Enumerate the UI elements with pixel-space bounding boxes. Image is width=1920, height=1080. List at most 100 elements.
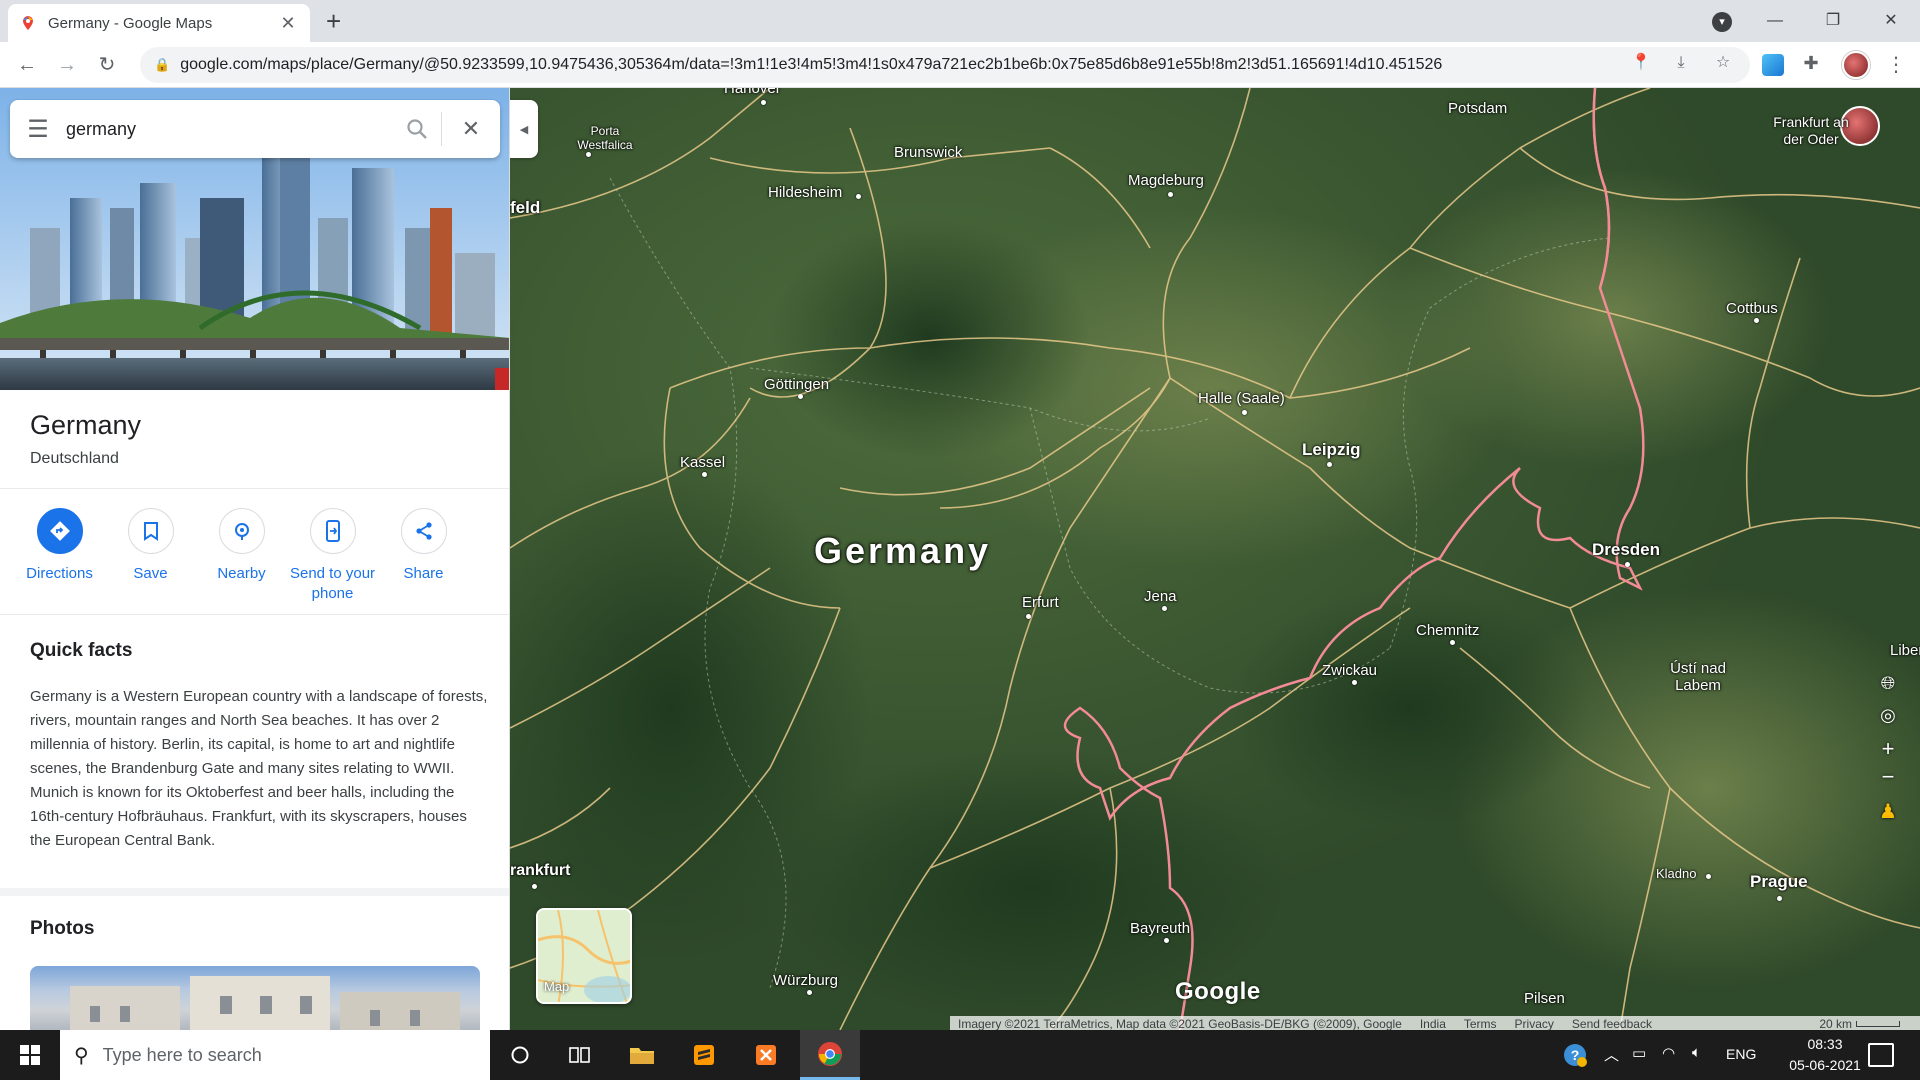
share-button[interactable]: Share — [378, 508, 469, 604]
maps-pin-icon — [23, 16, 33, 30]
city-label[interactable]: Potsdam — [1448, 100, 1507, 117]
help-icon[interactable]: ? — [1562, 1042, 1588, 1072]
new-tab-icon[interactable]: + — [326, 8, 341, 34]
file-explorer-icon[interactable] — [612, 1030, 672, 1080]
collapse-panel-icon[interactable]: ◀ — [510, 100, 538, 158]
terms-link[interactable]: Terms — [1464, 1017, 1497, 1030]
tab-search-icon[interactable]: ▾ — [1712, 12, 1732, 32]
send-to-phone-button[interactable]: Send to your phone — [287, 508, 378, 604]
city-dot — [532, 884, 537, 889]
wifi-icon[interactable]: ◠ — [1662, 1044, 1675, 1062]
profile-avatar[interactable] — [1842, 51, 1870, 79]
window-close-icon[interactable]: ✕ — [1868, 6, 1914, 36]
tray-expand-icon[interactable]: ︿ — [1604, 1044, 1619, 1065]
language-indicator[interactable]: ENG — [1726, 1046, 1756, 1062]
save-button[interactable]: Save — [105, 508, 196, 604]
city-label[interactable]: Hanover — [724, 88, 781, 97]
extension-icon[interactable] — [1762, 54, 1784, 76]
city-label[interactable]: Zwickau — [1322, 662, 1377, 679]
taskbar-search-box[interactable]: ⚲ Type here to search — [60, 1030, 490, 1080]
city-label[interactable]: Jena — [1144, 588, 1177, 605]
notifications-icon[interactable] — [1868, 1043, 1894, 1067]
search-icon[interactable] — [393, 105, 441, 153]
windows-start-icon[interactable] — [0, 1030, 60, 1080]
bookmark-star-icon[interactable]: ☆ — [1712, 52, 1734, 74]
globe-icon[interactable]: 🌐︎ — [1871, 666, 1905, 700]
chrome-taskbar-icon[interactable] — [800, 1030, 860, 1080]
city-dot — [798, 394, 803, 399]
lock-icon[interactable]: 🔒 — [154, 57, 170, 73]
tab-close-icon[interactable]: ✕ — [278, 13, 298, 34]
map-layer-toggle[interactable]: Map — [536, 908, 632, 1004]
city-label[interactable]: Dresden — [1592, 540, 1660, 560]
city-dot — [1352, 680, 1357, 685]
privacy-link[interactable]: Privacy — [1515, 1017, 1554, 1030]
restore-icon[interactable]: ❐ — [1810, 6, 1856, 36]
battery-icon[interactable]: ▭ — [1632, 1044, 1646, 1062]
city-label[interactable]: Frankfurt an der Oder — [1766, 114, 1856, 148]
place-side-panel: ☰ ✕ Germany Deutschland Directions Save … — [0, 88, 510, 1030]
my-location-icon[interactable]: ◎ — [1871, 698, 1905, 732]
city-label[interactable]: Leipzig — [1302, 440, 1361, 460]
send-feedback-link[interactable]: Send feedback — [1572, 1017, 1652, 1030]
city-label[interactable]: Hildesheim — [768, 184, 842, 201]
back-icon[interactable]: ← — [14, 52, 40, 78]
city-label[interactable]: Brunswick — [894, 144, 962, 161]
city-label[interactable]: Halle (Saale) — [1198, 390, 1285, 407]
city-label[interactable]: Göttingen — [764, 376, 829, 393]
city-label[interactable]: Prague — [1750, 872, 1808, 892]
extensions-puzzle-icon[interactable]: ✚ — [1800, 52, 1822, 74]
close-icon[interactable]: ✕ — [442, 105, 500, 153]
browser-menu-icon[interactable]: ⋮ — [1886, 52, 1906, 78]
minimize-icon[interactable]: — — [1752, 6, 1798, 36]
city-label[interactable]: Pilsen — [1524, 990, 1565, 1007]
zoom-out-icon[interactable]: − — [1871, 760, 1905, 794]
city-label[interactable]: Kassel — [680, 454, 725, 471]
nearby-button[interactable]: Nearby — [196, 508, 287, 604]
city-label[interactable]: Chemnitz — [1416, 622, 1479, 639]
clock-time[interactable]: 08:33 — [1790, 1036, 1860, 1052]
city-label[interactable]: feld — [510, 198, 540, 218]
search-icon: ⚲ — [74, 1044, 89, 1067]
taskbar-search-placeholder: Type here to search — [102, 1044, 262, 1065]
city-label[interactable]: Cottbus — [1726, 300, 1778, 317]
city-label[interactable]: Bayreuth — [1130, 920, 1190, 937]
city-label[interactable]: rankfurt — [510, 862, 570, 880]
city-label[interactable]: Magdeburg — [1128, 172, 1204, 189]
address-bar[interactable]: 🔒 google.com/maps/place/Germany/@50.9233… — [140, 47, 1750, 83]
xampp-icon[interactable] — [736, 1030, 796, 1080]
location-pin-icon[interactable]: 📍 — [1630, 52, 1652, 74]
city-label[interactable]: Erfurt — [1022, 594, 1059, 611]
url-text[interactable]: google.com/maps/place/Germany/@50.923359… — [180, 56, 1750, 74]
satellite-imagery — [510, 88, 1920, 1030]
sublime-text-icon[interactable] — [674, 1030, 734, 1080]
photo-thumbnail[interactable] — [30, 966, 480, 1030]
search-input[interactable] — [66, 118, 393, 140]
city-label[interactable]: Würzburg — [773, 972, 838, 989]
city-label[interactable]: Porta Westfalica — [570, 124, 640, 152]
city-label[interactable]: Liber — [1890, 642, 1920, 659]
satellite-map[interactable]: ◀ Germany Hanover Porta Westfalica Bruns… — [510, 88, 1920, 1030]
hamburger-icon[interactable]: ☰ — [10, 101, 66, 157]
share-label: Share — [403, 565, 444, 582]
city-dot — [1164, 938, 1169, 943]
volume-icon[interactable]: 🔈︎ — [1692, 1044, 1701, 1061]
cortana-icon[interactable] — [490, 1030, 550, 1080]
quick-facts-text: Germany is a Western European country wi… — [30, 688, 488, 849]
map-scale[interactable]: 20 km — [1819, 1017, 1900, 1030]
clock-date[interactable]: 05-06-2021 — [1770, 1057, 1880, 1073]
pegman-icon[interactable]: ♟ — [1871, 794, 1905, 828]
attribution-text: Imagery ©2021 TerraMetrics, Map data ©20… — [958, 1017, 1402, 1030]
city-label[interactable]: Kladno — [1656, 866, 1696, 881]
country-link[interactable]: India — [1420, 1017, 1446, 1030]
city-dot — [807, 990, 812, 995]
reload-icon[interactable]: ↻ — [94, 52, 120, 78]
task-view-icon[interactable] — [550, 1030, 610, 1080]
city-label[interactable]: Ústí nad Labem — [1658, 660, 1738, 694]
phone-icon — [309, 508, 356, 554]
directions-button[interactable]: Directions — [14, 508, 105, 604]
city-dot — [1026, 614, 1031, 619]
browser-tab[interactable]: Germany - Google Maps ✕ — [8, 4, 310, 42]
install-app-icon[interactable]: ⤓ — [1670, 52, 1692, 74]
forward-icon[interactable]: → — [54, 52, 80, 78]
